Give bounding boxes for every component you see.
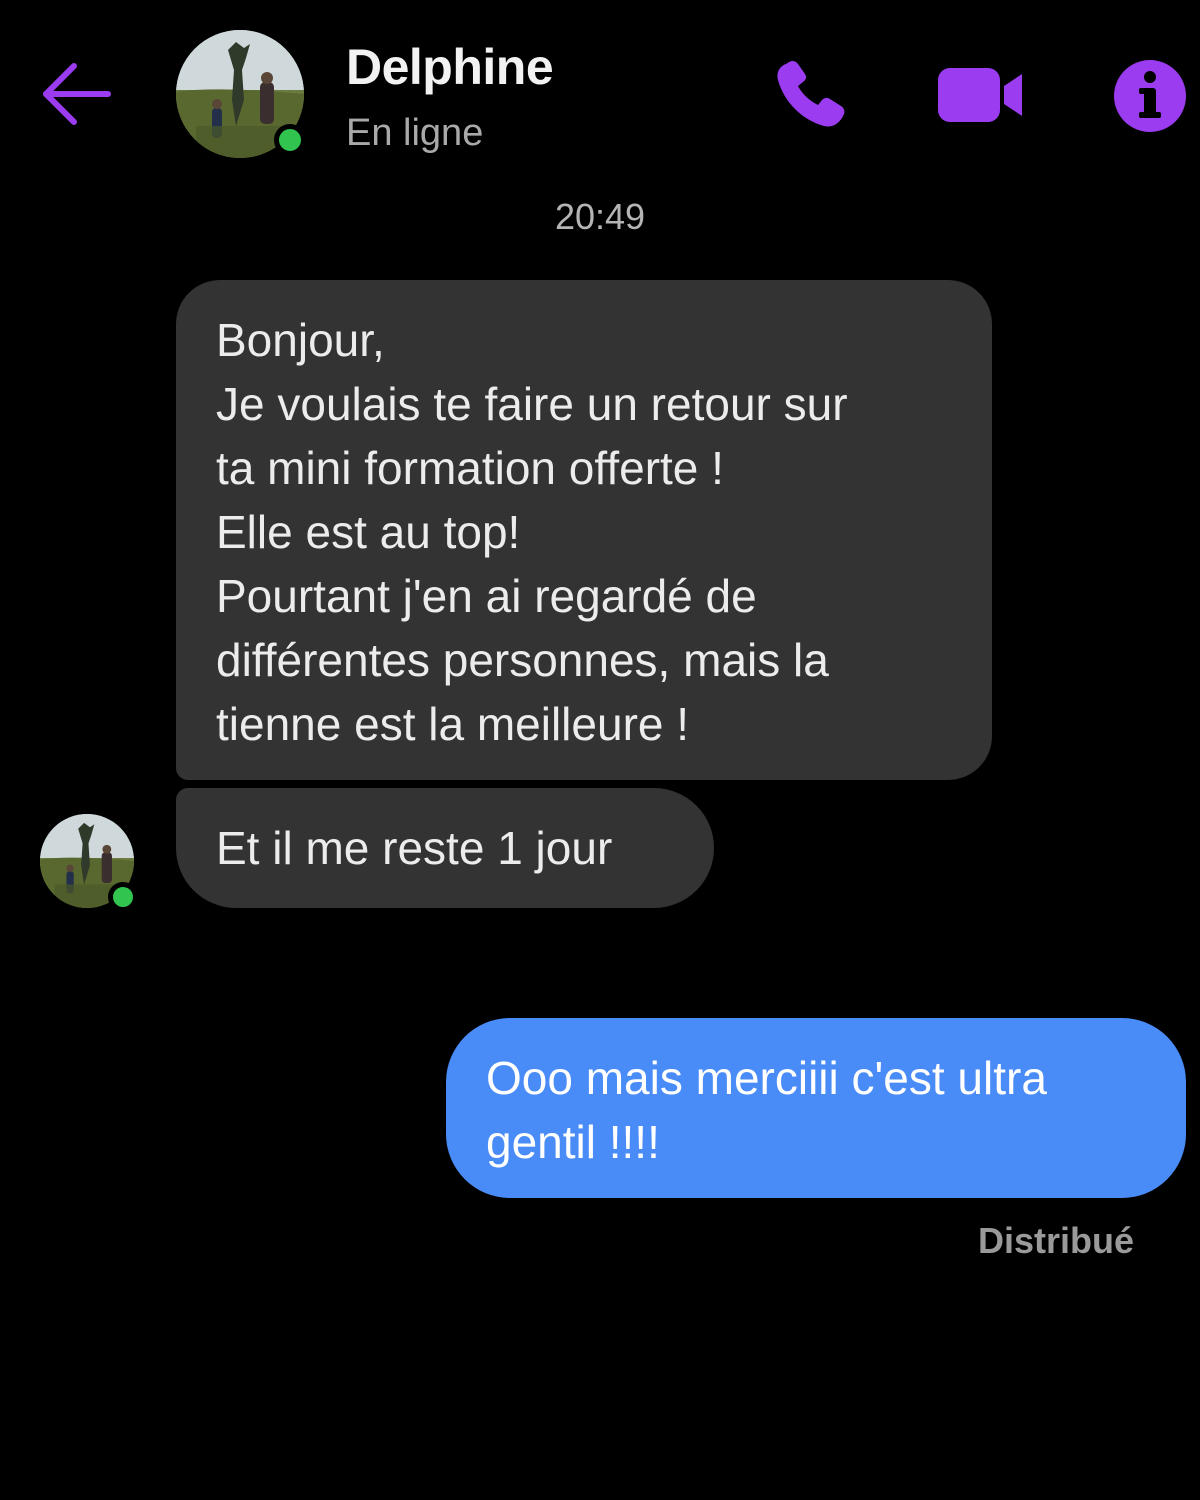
- message-line: Ooo mais merciiii c'est ultra: [486, 1052, 1047, 1104]
- message-line: ta mini formation offerte !: [216, 442, 724, 494]
- online-indicator: [108, 882, 138, 912]
- phone-icon: [777, 60, 845, 127]
- info-button[interactable]: [1112, 58, 1188, 134]
- incoming-message-bubble[interactable]: Et il me reste 1 jour: [176, 788, 714, 908]
- arrow-left-icon: [43, 63, 111, 125]
- sender-avatar[interactable]: [40, 814, 138, 912]
- message-line: Je voulais te faire un retour sur: [216, 378, 848, 430]
- message-line: Elle est au top!: [216, 506, 521, 558]
- outgoing-message-bubble[interactable]: Ooo mais merciiii c'est ultra gentil !!!…: [446, 1018, 1186, 1198]
- message-timestamp: 20:49: [554, 196, 646, 237]
- contact-name[interactable]: Delphine: [346, 38, 554, 96]
- info-icon: [1114, 60, 1186, 132]
- back-button[interactable]: [36, 58, 116, 130]
- incoming-message-bubble[interactable]: Bonjour, Je voulais te faire un retour s…: [176, 280, 992, 780]
- delivery-status: Distribué: [977, 1220, 1134, 1261]
- contact-avatar-button[interactable]: [176, 30, 306, 158]
- conversation-header: Delphine En ligne: [0, 0, 1200, 190]
- video-call-button[interactable]: [936, 64, 1026, 126]
- online-indicator: [274, 124, 306, 156]
- message-line: tienne est la meilleure !: [216, 698, 690, 750]
- message-line: Pourtant j'en ai regardé de: [216, 570, 757, 622]
- contact-status: En ligne: [346, 112, 484, 154]
- call-button[interactable]: [772, 58, 850, 132]
- message-line: Bonjour,: [216, 314, 385, 366]
- video-camera-icon: [938, 68, 1022, 122]
- message-line: différentes personnes, mais la: [216, 634, 829, 686]
- message-line: gentil !!!!: [486, 1116, 660, 1168]
